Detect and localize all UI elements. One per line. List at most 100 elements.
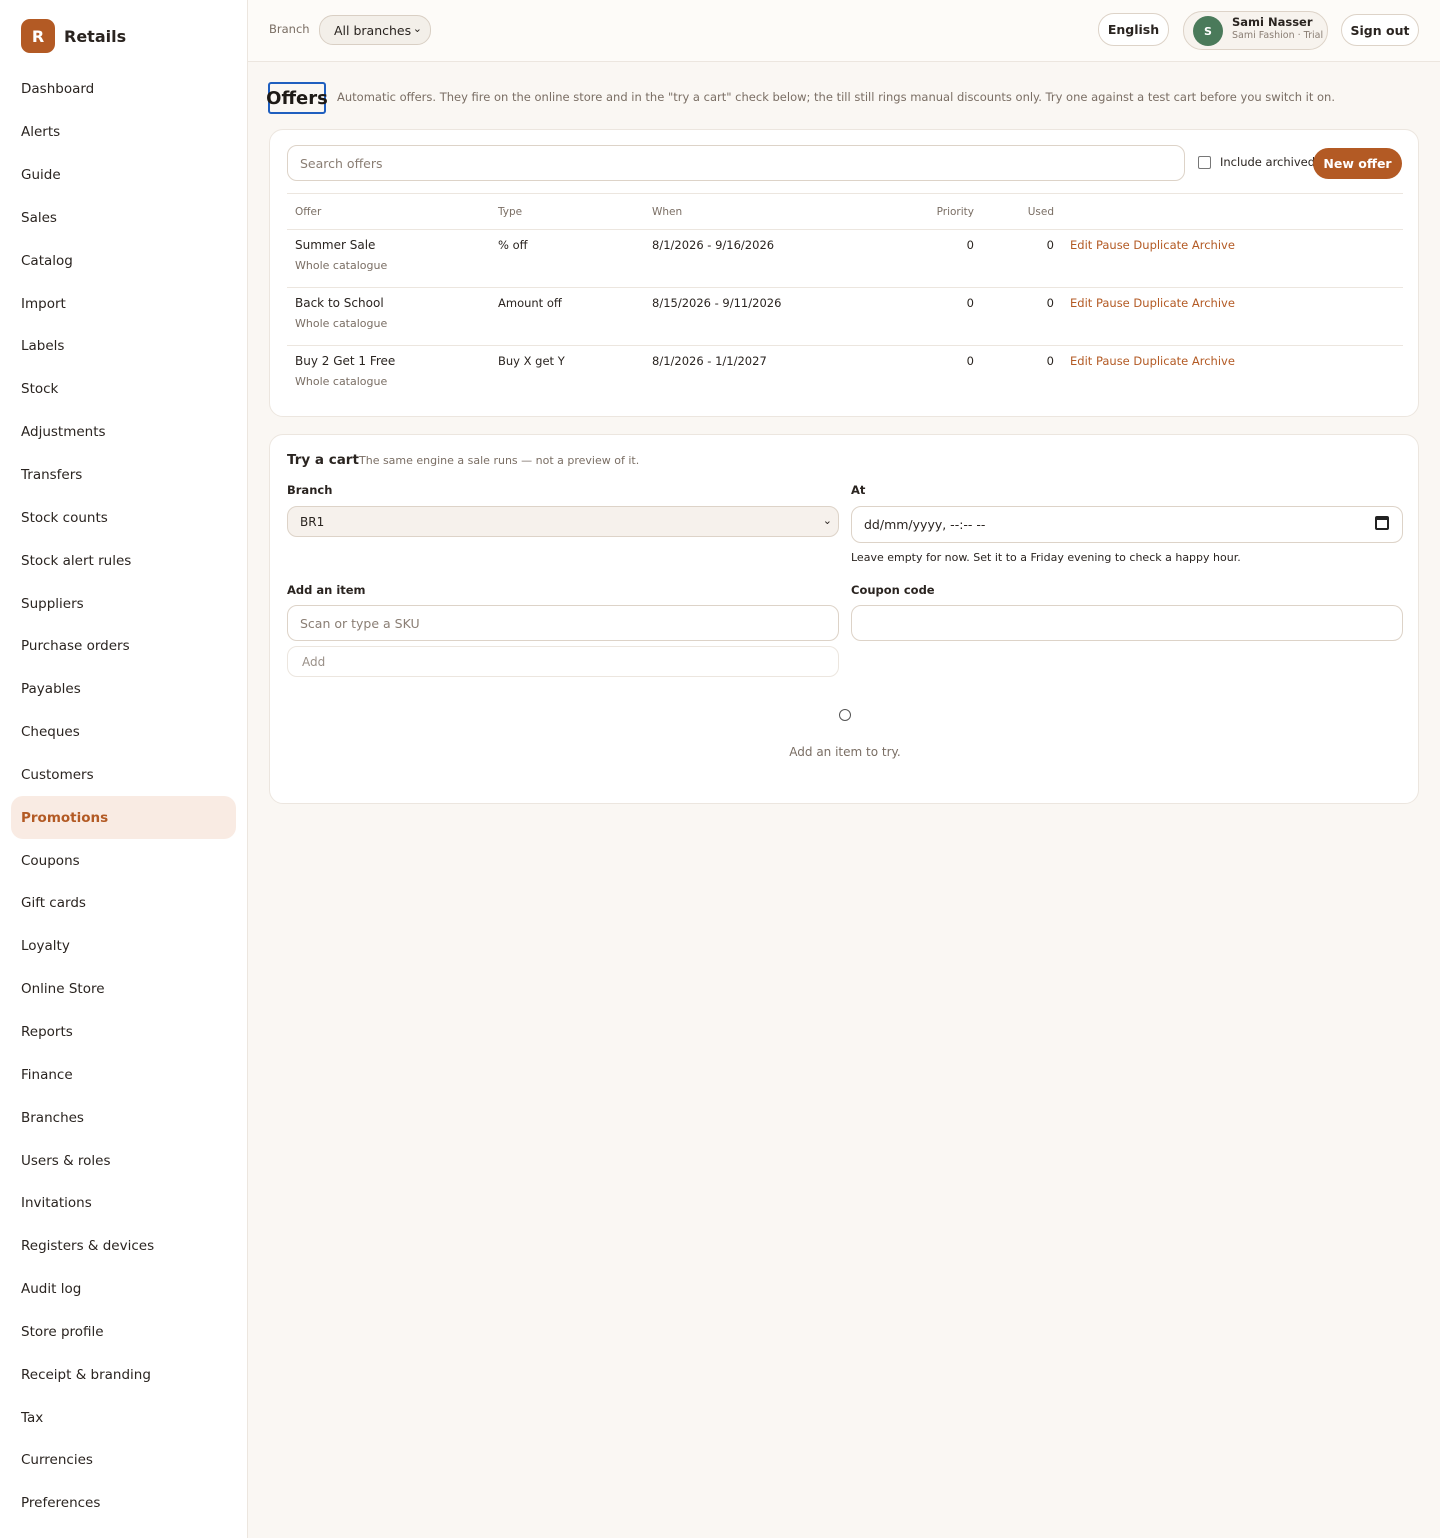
sidebar-item-transfers[interactable]: Transfers xyxy=(11,454,236,497)
cart-branch-value: BR1 xyxy=(300,514,325,529)
coupon-code-input[interactable] xyxy=(851,605,1403,641)
add-item-button[interactable]: Add xyxy=(287,646,839,677)
table-row: Back to School Whole catalogue Amount off 8… xyxy=(287,287,1403,346)
include-archived-label: Include archived xyxy=(1220,155,1316,169)
sidebar-item-coupons[interactable]: Coupons xyxy=(11,839,236,882)
sidebar-item-label: Stock counts xyxy=(21,509,108,526)
pause-link[interactable]: Pause xyxy=(1096,354,1130,368)
sidebar-item-finance[interactable]: Finance xyxy=(11,1053,236,1096)
sidebar-item-gift-cards[interactable]: Gift cards xyxy=(11,882,236,925)
sidebar-item-label: Catalog xyxy=(21,252,73,269)
cart-branch-select[interactable]: BR1 ⌄ xyxy=(287,506,839,537)
offer-actions: Edit Pause Duplicate Archive xyxy=(1062,346,1403,404)
sidebar-item-cheques[interactable]: Cheques xyxy=(11,711,236,754)
sign-out-button[interactable]: Sign out xyxy=(1341,14,1419,46)
offer-name: Back to School xyxy=(295,296,384,310)
offer-actions: Edit Pause Duplicate Archive xyxy=(1062,229,1403,288)
sidebar-item-branches[interactable]: Branches xyxy=(11,1096,236,1139)
sidebar-item-online-store[interactable]: Online Store xyxy=(11,968,236,1011)
edit-link[interactable]: Edit xyxy=(1070,296,1092,310)
column-header-offer: Offer xyxy=(287,193,490,230)
sidebar-item-tax[interactable]: Tax xyxy=(11,1396,236,1439)
sidebar-item-stock-counts[interactable]: Stock counts xyxy=(11,496,236,539)
coupon-code-label: Coupon code xyxy=(851,583,935,597)
sidebar-item-audit-log[interactable]: Audit log xyxy=(11,1268,236,1311)
sidebar-item-label: Purchase orders xyxy=(21,638,130,655)
sidebar-item-store-profile[interactable]: Store profile xyxy=(11,1310,236,1353)
include-archived-checkbox[interactable] xyxy=(1198,155,1211,169)
table-row: Buy 2 Get 1 Free Whole catalogue Buy X get… xyxy=(287,346,1403,404)
topbar: Branch All branches ⌄ English S Sami Nas… xyxy=(248,0,1440,62)
offer-priority: 0 xyxy=(854,229,982,288)
sidebar-item-label: Import xyxy=(21,295,66,312)
offer-actions: Edit Pause Duplicate Archive xyxy=(1062,287,1403,346)
sidebar-item-suppliers[interactable]: Suppliers xyxy=(11,582,236,625)
sidebar-item-labels[interactable]: Labels xyxy=(11,325,236,368)
offer-scope: Whole catalogue xyxy=(295,317,388,330)
calendar-icon[interactable] xyxy=(1375,516,1389,530)
sidebar-item-adjustments[interactable]: Adjustments xyxy=(11,411,236,454)
new-offer-button[interactable]: New offer xyxy=(1313,148,1402,179)
archive-link[interactable]: Archive xyxy=(1192,238,1235,252)
archive-link[interactable]: Archive xyxy=(1192,354,1235,368)
sidebar-item-import[interactable]: Import xyxy=(11,282,236,325)
sidebar-item-guide[interactable]: Guide xyxy=(11,154,236,197)
sidebar-item-label: Adjustments xyxy=(21,424,106,441)
sidebar-item-label: Store profile xyxy=(21,1323,104,1340)
sidebar-item-receipt-branding[interactable]: Receipt & branding xyxy=(11,1353,236,1396)
at-datetime-input[interactable]: dd/mm/yyyy, --:-- -- xyxy=(851,506,1403,543)
pause-link[interactable]: Pause xyxy=(1096,238,1130,252)
sidebar-item-label: Registers & devices xyxy=(21,1238,155,1255)
duplicate-link[interactable]: Duplicate xyxy=(1133,354,1188,368)
sidebar-item-stock[interactable]: Stock xyxy=(11,368,236,411)
edit-link[interactable]: Edit xyxy=(1070,238,1092,252)
try-a-cart-card: Try a cart The same engine a sale runs —… xyxy=(269,434,1419,804)
empty-cart-icon xyxy=(839,709,851,721)
offers-card: Search offers Include archived New offer… xyxy=(269,129,1419,417)
branch-filter-label: Branch xyxy=(269,22,310,36)
branch-filter-select[interactable]: All branches ⌄ xyxy=(319,15,431,45)
cart-title: Try a cart xyxy=(287,452,359,468)
brand-logo: R xyxy=(21,19,55,53)
offer-used: 0 xyxy=(1046,354,1054,368)
sidebar-item-payables[interactable]: Payables xyxy=(11,668,236,711)
offer-when: 8/1/2026 - 1/1/2027 xyxy=(652,354,767,368)
sidebar-item-label: Customers xyxy=(21,766,94,783)
duplicate-link[interactable]: Duplicate xyxy=(1133,296,1188,310)
sidebar-item-preferences[interactable]: Preferences xyxy=(11,1482,236,1525)
search-input[interactable]: Search offers xyxy=(287,145,1185,181)
sidebar-item-sales[interactable]: Sales xyxy=(11,197,236,240)
sidebar-item-users-roles[interactable]: Users & roles xyxy=(11,1139,236,1182)
brand[interactable]: R Retails xyxy=(21,19,126,53)
sidebar-item-promotions[interactable]: Promotions xyxy=(11,796,236,840)
sidebar-item-catalog[interactable]: Catalog xyxy=(11,239,236,282)
search-placeholder: Search offers xyxy=(300,155,383,171)
sidebar-item-customers[interactable]: Customers xyxy=(11,754,236,797)
sidebar-item-label: Tax xyxy=(21,1409,44,1426)
sidebar-item-dashboard[interactable]: Dashboard xyxy=(11,68,236,111)
pause-link[interactable]: Pause xyxy=(1096,296,1130,310)
offer-priority: 0 xyxy=(966,354,974,368)
language-button[interactable]: English xyxy=(1098,13,1169,46)
table-header-row: Offer Type When Priority Used xyxy=(287,193,1403,230)
sidebar-item-currencies[interactable]: Currencies xyxy=(11,1439,236,1482)
sidebar-item-stock-alert-rules[interactable]: Stock alert rules xyxy=(11,539,236,582)
brand-name: Retails xyxy=(64,26,127,46)
empty-cart-message: Add an item to try. xyxy=(789,745,901,759)
sidebar-item-alerts[interactable]: Alerts xyxy=(11,111,236,154)
sidebar-item-purchase-orders[interactable]: Purchase orders xyxy=(11,625,236,668)
sidebar-item-label: Finance xyxy=(21,1066,73,1083)
sidebar-item-reports[interactable]: Reports xyxy=(11,1011,236,1054)
column-header-when: When xyxy=(644,193,854,230)
include-archived-toggle[interactable]: Include archived xyxy=(1198,155,1315,169)
duplicate-link[interactable]: Duplicate xyxy=(1133,238,1188,252)
sidebar-item-registers-devices[interactable]: Registers & devices xyxy=(11,1225,236,1268)
archive-link[interactable]: Archive xyxy=(1192,296,1235,310)
sku-input[interactable]: Scan or type a SKU xyxy=(287,605,839,641)
sidebar-item-loyalty[interactable]: Loyalty xyxy=(11,925,236,968)
sidebar-item-invitations[interactable]: Invitations xyxy=(11,1182,236,1225)
edit-link[interactable]: Edit xyxy=(1070,354,1092,368)
offer-cell: Summer Sale Whole catalogue xyxy=(287,229,490,288)
user-menu[interactable]: S Sami Nasser Sami Fashion · Trial xyxy=(1183,11,1328,50)
offer-name: Summer Sale xyxy=(295,238,376,252)
